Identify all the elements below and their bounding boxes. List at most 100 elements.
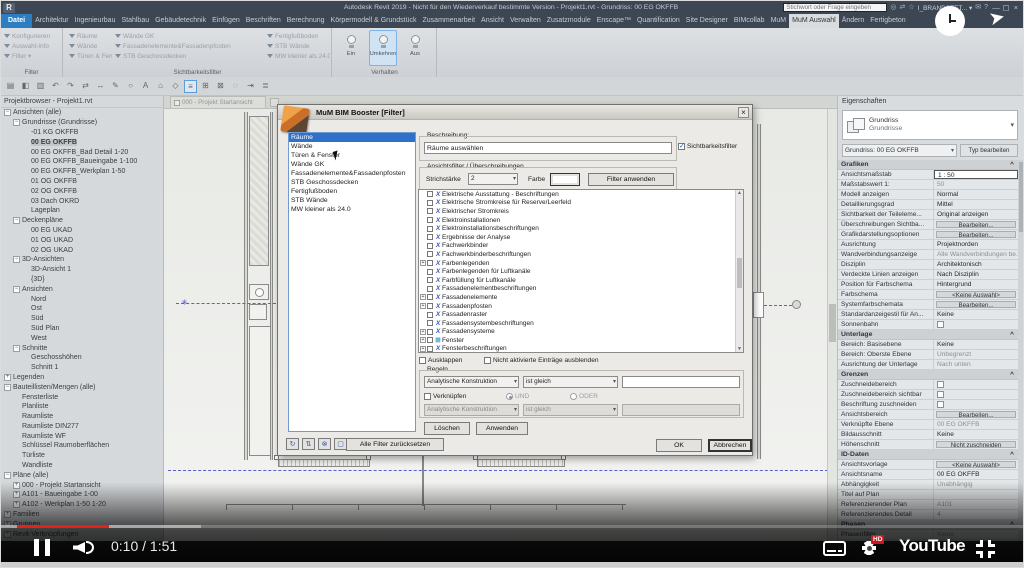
ribbon-tab-zusammenarbeit[interactable]: Zusammenarbeit — [420, 14, 479, 28]
tree-item-planliste[interactable]: Planliste — [1, 402, 163, 412]
and-radio[interactable] — [506, 393, 513, 400]
ribbon-tab-mum-auswahl[interactable]: MuM Auswahl — [789, 14, 839, 28]
view-tab[interactable]: 000 - Projekt Startansicht — [170, 96, 266, 108]
checklist-item-fachwerkbinder[interactable]: XFachwerkbinder — [419, 242, 743, 251]
tree-item-schnitt-1[interactable]: Schnitt 1 — [1, 363, 163, 373]
property-value[interactable]: Hintergrund — [934, 280, 1018, 289]
user-interface-icon[interactable]: ≣ — [259, 80, 272, 93]
checklist-checkbox[interactable] — [427, 320, 433, 326]
ribbon-tab-mum[interactable]: MuM — [768, 14, 790, 28]
expand-icon[interactable]: + — [13, 501, 20, 508]
checklist-checkbox[interactable] — [427, 217, 433, 223]
tree-item-ost[interactable]: Ost — [1, 304, 163, 314]
checklist-item-fassadensystembeschriftungen[interactable]: XFassadensystembeschriftungen — [419, 319, 743, 328]
rule-value-input-2[interactable] — [622, 404, 740, 416]
checklist-checkbox[interactable] — [427, 269, 433, 275]
ribbon-tab-datei[interactable]: Datei — [1, 14, 32, 28]
tree-item-3d-ansicht-1[interactable]: 3D-Ansicht 1 — [1, 265, 163, 275]
ok-button[interactable]: OK — [656, 439, 702, 452]
property-value[interactable]: 00 EG OKFFB — [934, 420, 1018, 429]
messages-icon[interactable]: ✉ — [975, 2, 981, 13]
checklist-checkbox[interactable] — [427, 208, 433, 214]
property-value[interactable]: Keine — [934, 310, 1018, 319]
expand-icon[interactable]: + — [420, 346, 426, 352]
tree-item-familien[interactable]: +Familien — [1, 510, 163, 520]
property-value[interactable]: Normal — [934, 190, 1018, 199]
checklist-checkbox[interactable] — [427, 226, 433, 232]
pause-button[interactable] — [34, 539, 50, 556]
import-export-icon[interactable]: ⇅ — [302, 438, 315, 450]
collapse-icon[interactable]: ^ — [1010, 370, 1014, 379]
measure-icon[interactable]: ↔ — [94, 80, 107, 93]
expand-all-checkbox[interactable] — [419, 357, 426, 364]
tree-item-a101-baueingabe-1-00[interactable]: +A101 - Baueingabe 1-00 — [1, 490, 163, 500]
property-value[interactable]: 00 EG OKFFB — [934, 470, 1018, 479]
property-value[interactable]: Keine — [934, 430, 1018, 439]
tree-item-01-og-ukad[interactable]: 01 OG UKAD — [1, 235, 163, 245]
checklist-item-ergebnisse-der-analyse[interactable]: XErgebnisse der Analyse — [419, 233, 743, 242]
expand-icon[interactable]: + — [420, 303, 426, 309]
ribbon-tab-ansicht[interactable]: Ansicht — [478, 14, 507, 28]
tree-item-raumliste-din277[interactable]: Raumliste DIN277 — [1, 422, 163, 432]
collapse-icon[interactable]: ^ — [1010, 450, 1014, 459]
property-value[interactable]: Architektonisch — [934, 260, 1018, 269]
open-icon[interactable]: ▤ — [4, 80, 17, 93]
property-value[interactable]: Unabhängig — [934, 480, 1018, 489]
collapse-icon[interactable]: ^ — [1010, 160, 1014, 169]
ribbon-tab-site-designer[interactable]: Site Designer — [683, 14, 731, 28]
expand-icon[interactable]: + — [4, 374, 11, 381]
checklist-item-farbf-llung-f-r-luftkan-le[interactable]: XFarbfüllung für Luftkanäle — [419, 276, 743, 285]
tree-item-legenden[interactable]: +Legenden — [1, 373, 163, 383]
tree-item-ansichten-alle[interactable]: −Ansichten (alle) — [1, 108, 163, 118]
checklist-item-farbenlegenden[interactable]: +XFarbenlegenden — [419, 259, 743, 268]
switch-windows-icon[interactable]: ⊞ — [199, 80, 212, 93]
filter-list-item-stb-w-nde[interactable]: STB Wände — [289, 196, 415, 205]
subtitles-icon[interactable] — [823, 541, 846, 556]
tree-item-ansichten[interactable]: −Ansichten — [1, 284, 163, 294]
behavior-button-umkehren[interactable]: Umkehren — [369, 30, 397, 66]
tree-item-03-dach-okrd[interactable]: 03 Dach OKRD — [1, 196, 163, 206]
property-value[interactable]: Projektnorden — [934, 240, 1018, 249]
expand-icon[interactable]: + — [420, 294, 426, 300]
checklist-checkbox[interactable] — [427, 234, 433, 240]
rule-value-input-1[interactable] — [622, 376, 740, 388]
modify-icon[interactable]: ✎ — [109, 80, 122, 93]
checklist-item-fachwerkbinderbeschriftungen[interactable]: XFachwerkbinderbeschriftungen — [419, 250, 743, 259]
ribbon-tab-ndern[interactable]: Ändern — [839, 14, 868, 28]
property-checkbox[interactable] — [937, 381, 944, 388]
behavior-button-ein[interactable]: Ein — [337, 30, 365, 66]
checklist-item-fassadenelemente[interactable]: +XFassadenelemente — [419, 293, 743, 302]
instance-dropdown[interactable]: Grundriss: 00 EG OKFFB — [842, 144, 957, 157]
tree-item-00-eg-okffb[interactable]: 00 EG OKFFB — [1, 137, 163, 147]
search-icon[interactable]: ◎ — [890, 2, 896, 13]
tree-item-schl-ssel-raumoberfl-chen[interactable]: Schlüssel Raumoberflächen — [1, 441, 163, 451]
tree-item-s-d[interactable]: Süd — [1, 314, 163, 324]
checklist-scrollbar[interactable]: ▲▼ — [735, 190, 743, 352]
and-radio-row[interactable]: UND — [506, 393, 529, 400]
expand-icon[interactable]: − — [13, 345, 20, 352]
tree-item-fensterliste[interactable]: Fensterliste — [1, 392, 163, 402]
tree-item-bauteillisten-mengen-alle[interactable]: −Bauteillisten/Mengen (alle) — [1, 382, 163, 392]
expand-icon[interactable]: − — [13, 286, 20, 293]
tree-item-lageplan[interactable]: Lageplan — [1, 206, 163, 216]
checklist-checkbox[interactable] — [427, 337, 433, 343]
save-icon[interactable]: ◧ — [19, 80, 32, 93]
expand-icon[interactable]: + — [420, 329, 426, 335]
youtube-logo[interactable]: YouTube — [899, 536, 965, 556]
thin-lines-icon[interactable]: ≡ — [184, 80, 197, 93]
expand-icon[interactable]: + — [13, 491, 20, 498]
checklist-item-elektroinstallationen[interactable]: XElektroinstallationen — [419, 216, 743, 225]
reload-filters-icon[interactable]: ↻ — [286, 438, 299, 450]
color-swatch-button[interactable] — [550, 173, 580, 186]
filter-category-list[interactable]: RäumeWändeTüren & FensterWände GKFassade… — [288, 132, 416, 432]
property-checkbox[interactable] — [937, 391, 944, 398]
close-hidden-icon[interactable]: ⊠ — [214, 80, 227, 93]
tree-item-wandliste[interactable]: Wandliste — [1, 461, 163, 471]
rule-field-select-2[interactable]: Analytische Konstruktion — [424, 404, 519, 416]
property-value[interactable]: Keine — [934, 340, 1018, 349]
property-value[interactable] — [934, 490, 1018, 499]
checklist-checkbox[interactable] — [427, 251, 433, 257]
detail-icon[interactable]: ○ — [124, 80, 137, 93]
checklist-item-fassadenelementbeschriftungen[interactable]: XFassadenelementbeschriftungen — [419, 285, 743, 294]
ribbon-tab-bimcollab[interactable]: BIMcollab — [731, 14, 768, 28]
